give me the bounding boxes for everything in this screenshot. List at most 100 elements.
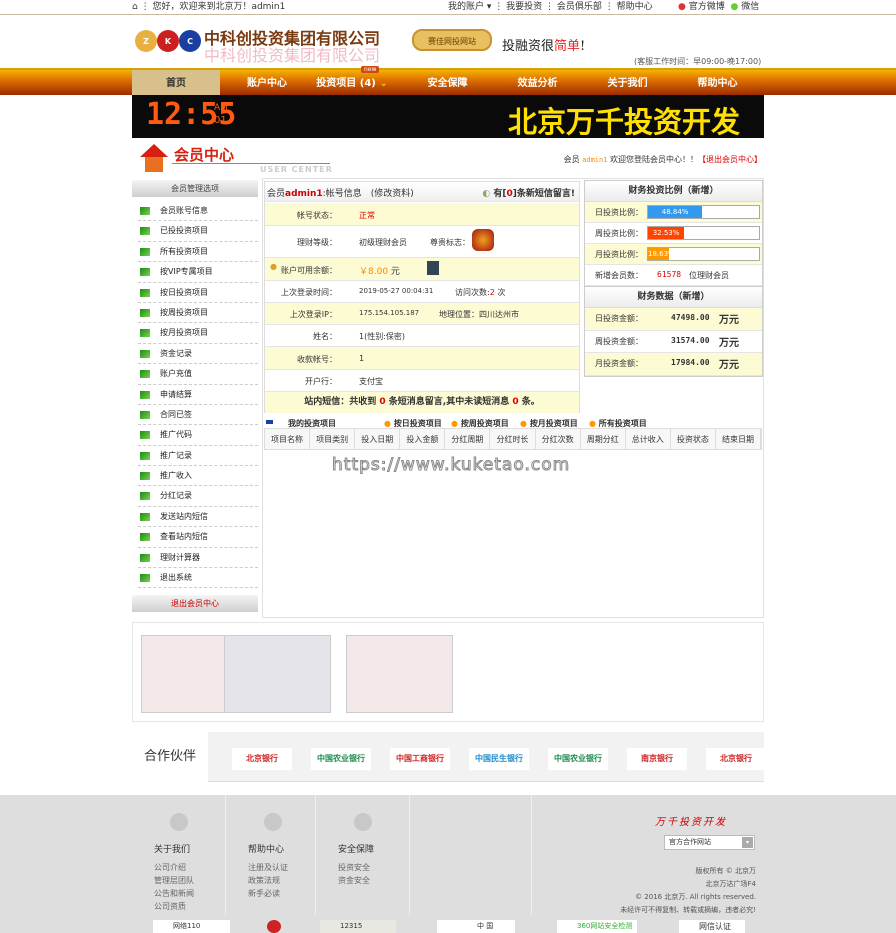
finance-title: 财务数据（新增） bbox=[585, 287, 762, 308]
message-summary: 站内短信：共收到 0 条短消息留言,其中未读短消息 0 条。 bbox=[265, 392, 579, 413]
footer-link[interactable]: 投资安全 bbox=[338, 861, 370, 874]
sidebar-item[interactable]: 推广代码 bbox=[138, 425, 258, 446]
main-nav: 首页 账户中心 投资项目 (4) ⌄ new 安全保障 效益分析 关于我们 帮助… bbox=[0, 66, 896, 95]
footer-link[interactable]: 公告和新闻 bbox=[154, 887, 194, 900]
sidebar-item[interactable]: 推广记录 bbox=[138, 446, 258, 467]
progress-fill: 32.53% bbox=[648, 227, 685, 239]
weibo-link[interactable]: 官方微博 bbox=[689, 2, 725, 12]
sidebar-item[interactable]: 按VIP专属项目 bbox=[138, 262, 258, 283]
partners-title: 合作伙伴 bbox=[132, 732, 208, 782]
column-header[interactable]: 分红次数 bbox=[536, 429, 581, 449]
partner-logo[interactable]: 中国工商银行 bbox=[390, 748, 450, 770]
sidebar-item[interactable]: 已投投资项目 bbox=[138, 221, 258, 242]
message-notice[interactable]: ◐ 有[0]条新短信留言! bbox=[482, 186, 575, 199]
partner-logo[interactable]: 中国农业银行 bbox=[311, 748, 371, 770]
footer-link[interactable]: 公司资质 bbox=[154, 900, 194, 913]
nav-about[interactable]: 关于我们 bbox=[585, 70, 670, 95]
column-header[interactable]: 投入金额 bbox=[400, 429, 446, 449]
sidebar-item[interactable]: 按月投资项目 bbox=[138, 323, 258, 344]
banner-text: 北京万千投资开发 bbox=[508, 105, 741, 138]
column-header[interactable]: 投入日期 bbox=[355, 429, 401, 449]
badge-net110[interactable]: 网络110 bbox=[153, 920, 230, 933]
column-header[interactable]: 分红时长 bbox=[490, 429, 536, 449]
service-hours: (客服工作时间：早09:00-晚17:00) bbox=[634, 57, 762, 66]
ratio-box: 财务投资比例（新增） 日投资比例： 48.84% 周投资比例： 32.53% 月投资比例… bbox=[584, 180, 763, 287]
column-header[interactable]: 项目类别 bbox=[310, 429, 356, 449]
partner-logo[interactable]: 南京银行 bbox=[627, 748, 687, 770]
column-header[interactable]: 周期分红 bbox=[581, 429, 626, 449]
arrow-icon bbox=[140, 492, 150, 501]
arrow-icon bbox=[140, 370, 150, 379]
badge-china[interactable]: 中 国 bbox=[437, 920, 515, 933]
sidebar-item[interactable]: 所有投资项目 bbox=[138, 242, 258, 263]
column-header[interactable]: 项目名称 bbox=[265, 429, 311, 449]
footer-link[interactable]: 政策法规 bbox=[248, 874, 288, 887]
vip-badge-icon bbox=[472, 229, 494, 251]
finance-row: 周投资金额： 31574.00 万元 bbox=[585, 331, 762, 353]
partner-logo[interactable]: 中国民生银行 bbox=[469, 748, 529, 770]
arrow-icon bbox=[140, 410, 150, 419]
footer-link[interactable]: 资金安全 bbox=[338, 874, 370, 887]
sidebar-item[interactable]: 查看站内短信 bbox=[138, 527, 258, 548]
club-link[interactable]: 会员俱乐部 bbox=[557, 2, 602, 12]
sidebar-logout[interactable]: 退出会员中心 bbox=[132, 595, 258, 612]
badge-360[interactable]: 360网站安全检测 bbox=[557, 920, 637, 933]
sidebar-item[interactable]: 退出系统 bbox=[138, 568, 258, 589]
partner-logo[interactable]: 北京银行 bbox=[706, 748, 766, 770]
partner-logo[interactable]: 中国农业银行 bbox=[548, 748, 608, 770]
projects-table-header: 项目名称 项目类别 投入日期 投入金额 分红周期 分红时长 分红次数 周期分红 总计收入 投资状态… bbox=[264, 428, 762, 450]
sidebar-item[interactable]: 发送站内短信 bbox=[138, 507, 258, 528]
sidebar-item[interactable]: 理财计算器 bbox=[138, 548, 258, 569]
sidebar-item[interactable]: 资金记录 bbox=[138, 344, 258, 365]
row-level: 理财等级： 初级理财会员 尊贵标志： bbox=[265, 226, 579, 258]
nav-analysis[interactable]: 效益分析 bbox=[495, 70, 580, 95]
edit-profile-link[interactable]: (修改资料) bbox=[371, 189, 414, 199]
greeting: ⌂ ⋮ 您好，欢迎来到北京万！admin1 bbox=[132, 2, 286, 12]
logout-link[interactable]: 【退出会员中心】 bbox=[698, 155, 762, 164]
footer-column: 关于我们 公司介绍 管理层团队 公告和新闻 公司资质 bbox=[132, 795, 226, 915]
ratio-row: 日投资比例： 48.84% bbox=[585, 202, 762, 223]
footer-link[interactable]: 管理层团队 bbox=[154, 874, 194, 887]
nav-help[interactable]: 帮助中心 bbox=[675, 70, 760, 95]
invest-link[interactable]: 我要投资 bbox=[506, 2, 542, 12]
stats-panel: 财务投资比例（新增） 日投资比例： 48.84% 周投资比例： 32.53% 月投资比例… bbox=[584, 180, 763, 377]
calculator-icon[interactable] bbox=[427, 261, 439, 275]
wechat-link[interactable]: 微信 bbox=[741, 2, 759, 12]
column-header[interactable]: 结束日期 bbox=[716, 429, 762, 449]
badge-cyber[interactable]: 网信认证 bbox=[679, 920, 745, 933]
copyright: 版权所有 © 北京万 北京万达广场F4 © 2016 北京万. All rights… bbox=[620, 867, 756, 914]
column-header[interactable]: 总计收入 bbox=[626, 429, 671, 449]
dropdown-arrow-icon: ▾ bbox=[742, 837, 753, 848]
footer: 关于我们 公司介绍 管理层团队 公告和新闻 公司资质 帮助中心 注册及认证 政策法规 新手必读安… bbox=[0, 795, 896, 933]
footer-link[interactable]: 注册及认证 bbox=[248, 861, 288, 874]
banner-sec: 01 bbox=[214, 115, 227, 126]
column-header[interactable]: 分红周期 bbox=[445, 429, 491, 449]
column-header[interactable]: 投资状态 bbox=[671, 429, 716, 449]
footer-link[interactable]: 公司介绍 bbox=[154, 861, 194, 874]
my-account-link[interactable]: 我的账户 ▾ bbox=[448, 2, 491, 12]
sidebar-item[interactable]: 按周投资项目 bbox=[138, 303, 258, 324]
partner-logo[interactable]: 北京银行 bbox=[232, 748, 292, 770]
nav-home[interactable]: 首页 bbox=[132, 70, 220, 95]
partner-site-select[interactable]: 官方合作网站 ▾ bbox=[664, 835, 755, 850]
sidebar-item[interactable]: 合同已签 bbox=[138, 405, 258, 426]
dot-icon: ● bbox=[589, 419, 596, 428]
sidebar-item[interactable]: 会员账号信息 bbox=[138, 201, 258, 222]
row-balance: ● 账户可用余额： ￥8.00 元 bbox=[265, 258, 579, 281]
sidebar-item[interactable]: 账户充值 bbox=[138, 364, 258, 385]
badge-12315[interactable]: 12315 bbox=[320, 920, 396, 933]
help-link[interactable]: 帮助中心 bbox=[617, 2, 653, 12]
sidebar-item[interactable]: 申请结算 bbox=[138, 385, 258, 405]
footer-link[interactable]: 新手必读 bbox=[248, 887, 288, 900]
nav-security[interactable]: 安全保障 bbox=[405, 70, 490, 95]
row-bank: 开户行： 支付宝 bbox=[265, 370, 579, 392]
nav-account[interactable]: 账户中心 bbox=[222, 70, 312, 95]
sidebar-item[interactable]: 按日投资项目 bbox=[138, 283, 258, 303]
sidebar-item[interactable]: 分红记录 bbox=[138, 486, 258, 507]
wechat-icon: ● bbox=[730, 2, 739, 12]
nav-invest[interactable]: 投资项目 (4) ⌄ bbox=[312, 70, 392, 95]
arrow-icon bbox=[140, 431, 150, 440]
arrow-icon bbox=[140, 268, 150, 277]
police-badge-icon[interactable] bbox=[267, 920, 281, 933]
sidebar-item[interactable]: 推广收入 bbox=[138, 466, 258, 487]
